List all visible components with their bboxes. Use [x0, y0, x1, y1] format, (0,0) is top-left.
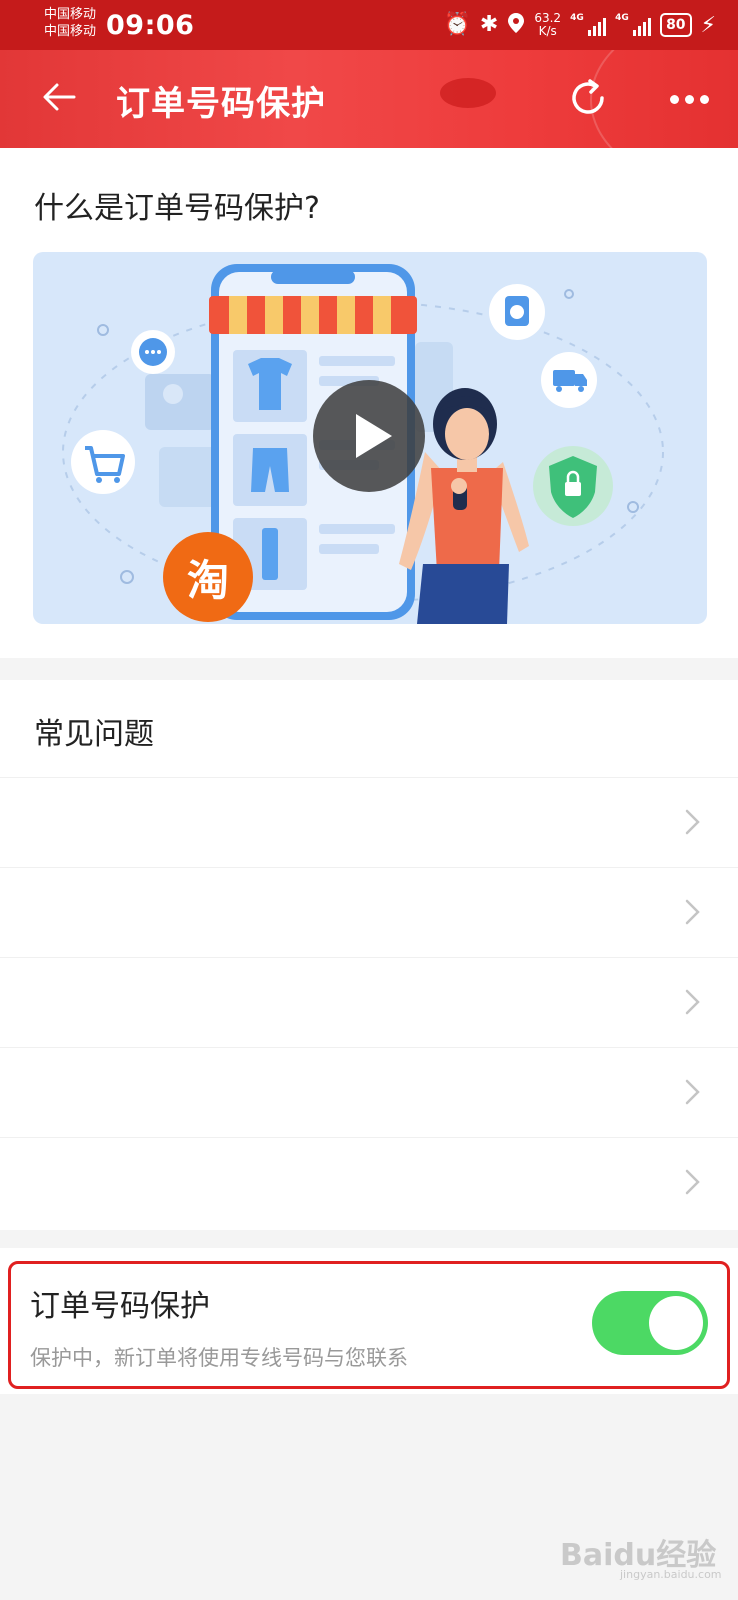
play-icon: [356, 414, 392, 458]
bluetooth-icon: ✱: [479, 12, 499, 37]
chevron-right-icon: [685, 809, 700, 835]
nav-decoration: [440, 78, 496, 108]
chevron-right-icon: [685, 899, 700, 925]
back-button[interactable]: [34, 72, 84, 122]
faq-section: 常见问题: [0, 680, 738, 1230]
protection-card: 订单号码保护 保护中，新订单将使用专线号码与您联系: [0, 1248, 738, 1394]
protection-toggle[interactable]: [592, 1291, 708, 1355]
faq-title: 常见问题: [34, 717, 154, 752]
faq-item[interactable]: [0, 868, 738, 958]
signal-icon: 4G: [615, 13, 652, 36]
page-title: 订单号码保护: [116, 84, 326, 124]
back-arrow-icon: [43, 83, 76, 111]
carrier-2: 中国移动: [44, 24, 97, 39]
carrier-1: 中国移动: [44, 7, 97, 22]
faq-item[interactable]: [0, 958, 738, 1048]
taobao-logo: 淘: [163, 532, 253, 622]
more-button[interactable]: [664, 74, 714, 124]
chevron-right-icon: [685, 989, 700, 1015]
intro-video[interactable]: 淘: [33, 252, 707, 624]
more-dot-icon: [684, 94, 694, 104]
clock: 09:06: [106, 10, 195, 41]
faq-item[interactable]: [0, 1138, 738, 1228]
network-speed: 63.2 K/s: [534, 11, 562, 38]
signal-icon: 4G: [570, 13, 607, 36]
watermark-url: jingyan.baidu.com: [620, 1568, 722, 1581]
charging-icon: ⚡: [700, 12, 716, 38]
intro-title: 什么是订单号码保护?: [34, 191, 320, 226]
location-icon: [507, 12, 525, 38]
alarm-icon: ⏰: [443, 12, 471, 37]
nav-bar: 订单号码保护: [0, 50, 738, 148]
carrier-labels: 中国移动 中国移动: [44, 6, 96, 40]
status-icons: ⏰ ✱ 63.2 K/s 4G 4G 80 ⚡: [444, 9, 717, 41]
more-dot-icon: [669, 94, 679, 104]
refresh-button[interactable]: [562, 72, 614, 124]
intro-section: 什么是订单号码保护? 淘: [0, 148, 738, 658]
toggle-knob: [649, 1296, 703, 1350]
status-bar: 中国移动 中国移动 09:06 ⏰ ✱ 63.2 K/s 4G 4G 80 ⚡: [0, 0, 738, 50]
battery-icon: 80: [660, 13, 692, 37]
faq-item[interactable]: [0, 778, 738, 868]
protection-subtitle: 保护中，新订单将使用专线号码与您联系: [30, 1346, 408, 1370]
faq-item[interactable]: [0, 1048, 738, 1138]
chevron-right-icon: [685, 1079, 700, 1105]
more-dot-icon: [699, 94, 709, 104]
protection-title: 订单号码保护: [30, 1289, 210, 1324]
faq-list: [0, 777, 738, 1228]
play-button[interactable]: [313, 380, 425, 492]
chevron-right-icon: [685, 1169, 700, 1195]
refresh-icon: [572, 79, 604, 114]
